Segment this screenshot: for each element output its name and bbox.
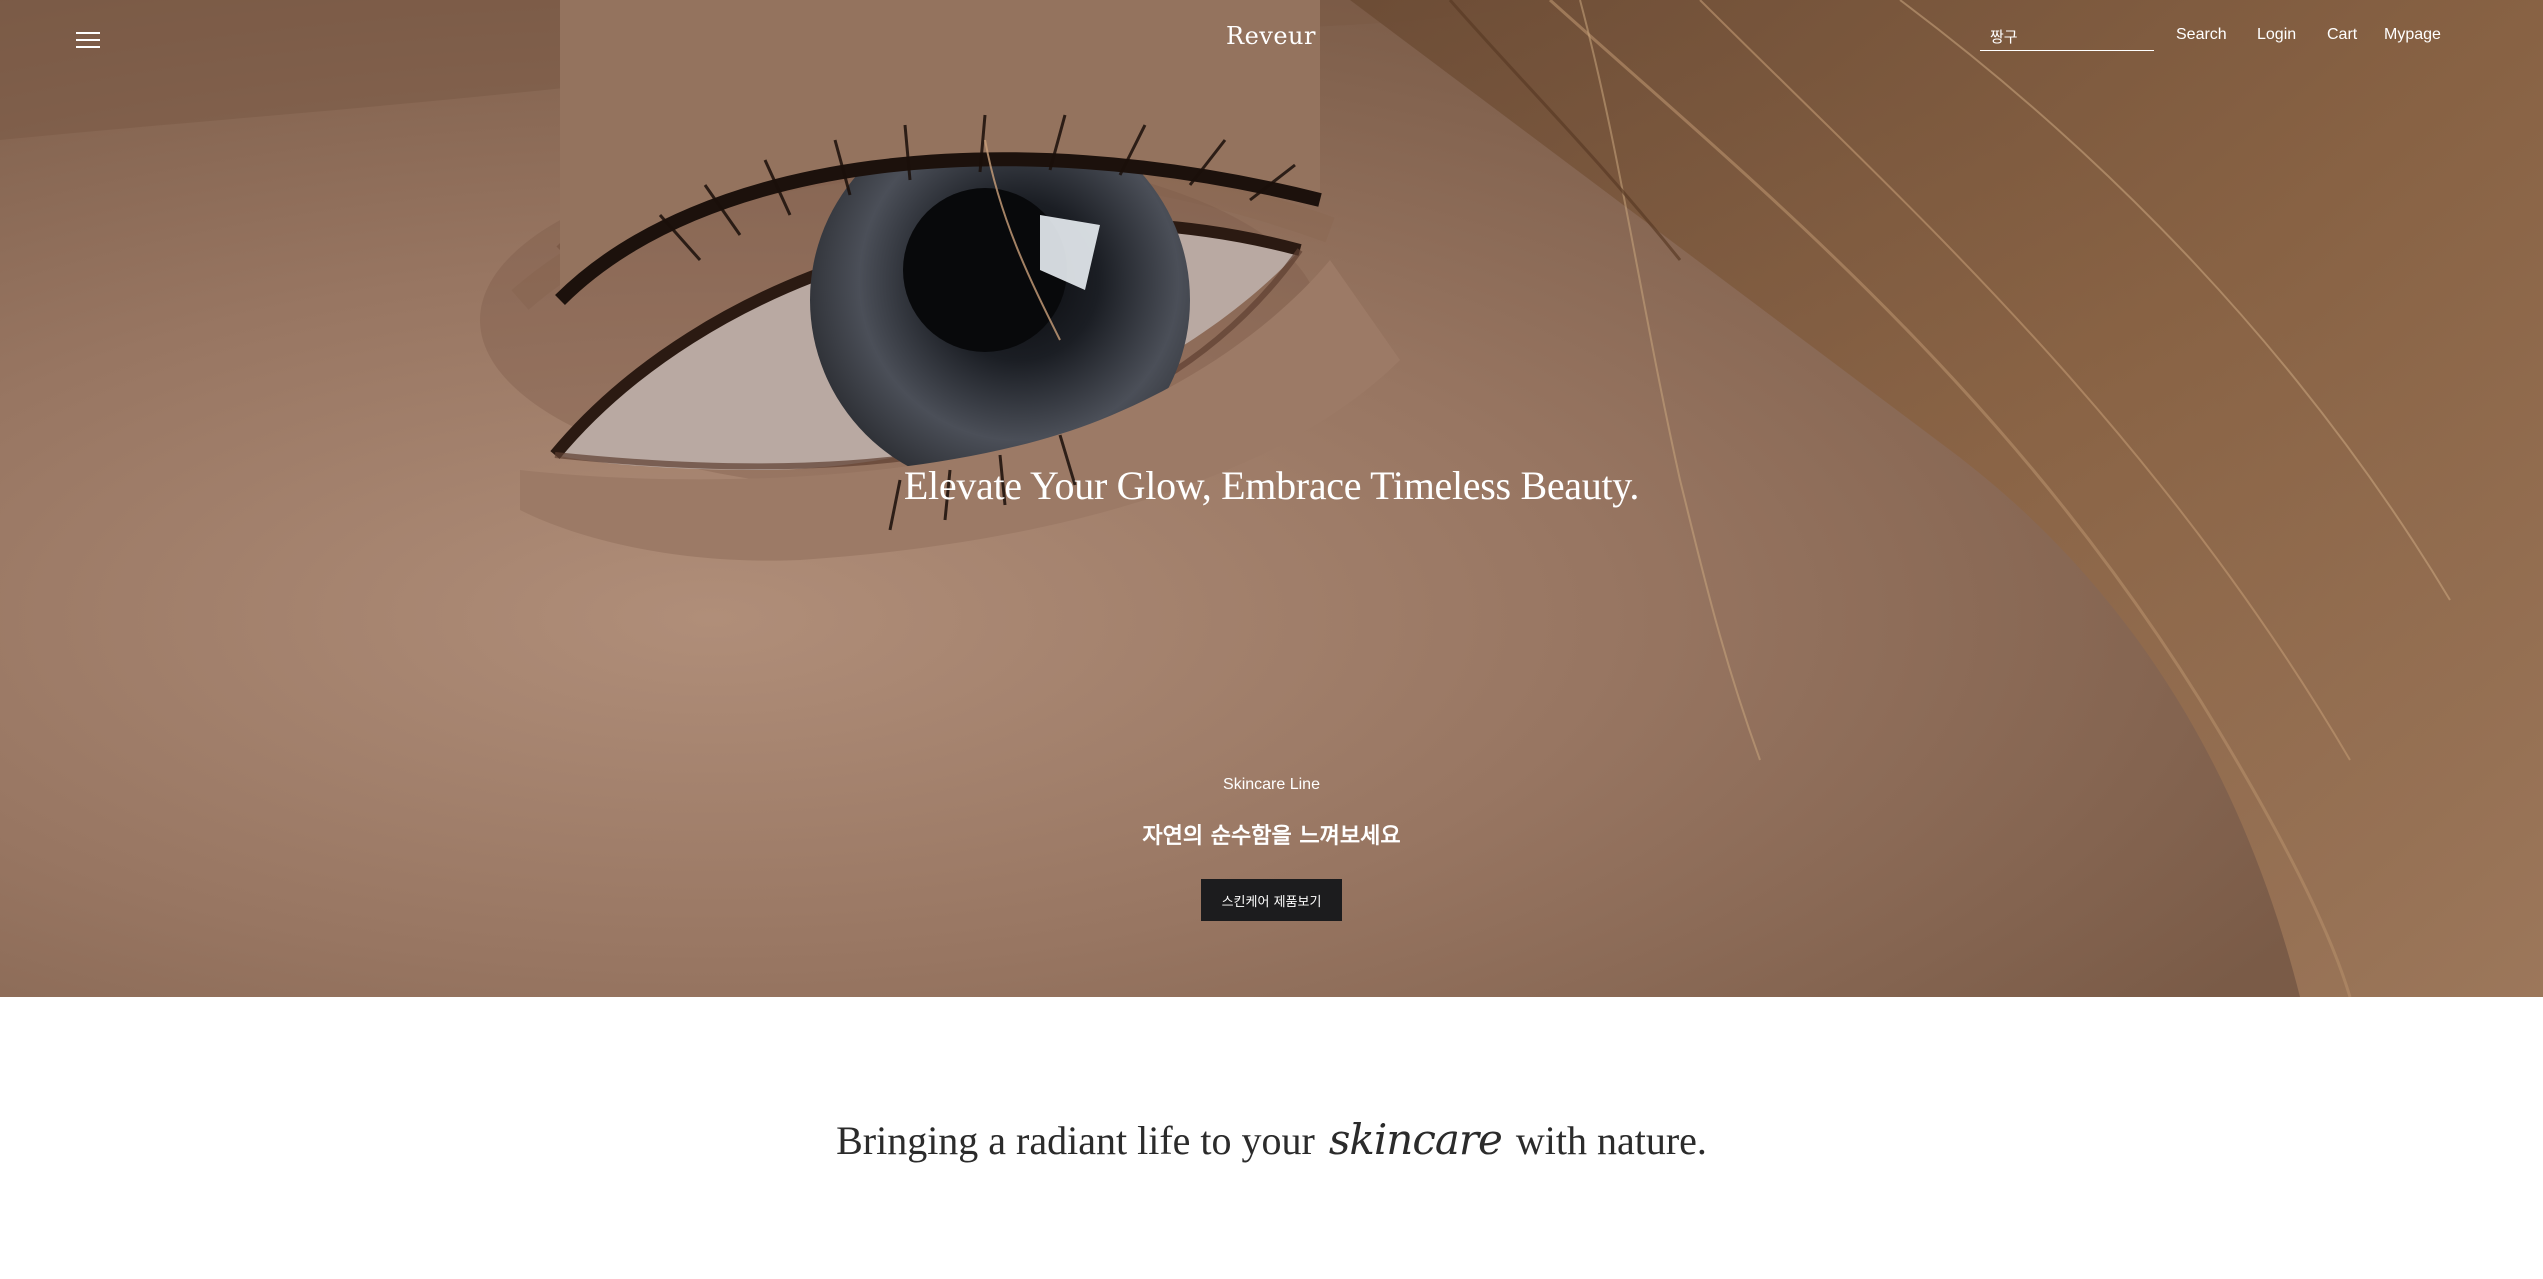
nav-link-cart[interactable]: Cart bbox=[2327, 26, 2357, 44]
search-field bbox=[1980, 24, 2154, 51]
hamburger-menu-icon[interactable] bbox=[74, 28, 104, 54]
tagline-section: Bringing a radiant life to your skincare… bbox=[0, 997, 2543, 1279]
tagline-text-before: Bringing a radiant life to your bbox=[836, 1118, 1315, 1163]
nav-link-mypage[interactable]: Mypage bbox=[2384, 26, 2441, 44]
view-skincare-products-button[interactable]: 스킨케어 제품보기 bbox=[1201, 879, 1342, 921]
brand-logo[interactable]: Reveur bbox=[1171, 22, 1371, 50]
nav-link-login[interactable]: Login bbox=[2257, 26, 2296, 44]
search-input[interactable] bbox=[1980, 24, 2150, 48]
tagline-text-after: with nature. bbox=[1515, 1118, 1707, 1163]
page: Reveur Search Login Cart Mypage Elevate … bbox=[0, 0, 2543, 1279]
tagline-emphasis-word: skincare bbox=[1328, 1115, 1503, 1164]
top-navigation: Reveur Search Login Cart Mypage bbox=[0, 0, 2543, 80]
hero-subtitle: 자연의 순수함을 느껴보세요 bbox=[1142, 824, 1401, 849]
hero-eyebrow-label: Skincare Line bbox=[1223, 776, 1320, 793]
tagline: Bringing a radiant life to your skincare… bbox=[0, 1115, 2543, 1164]
hero-title: Elevate Your Glow, Embrace Timeless Beau… bbox=[903, 463, 1640, 508]
nav-link-search[interactable]: Search bbox=[2176, 26, 2227, 44]
hero-section: Reveur Search Login Cart Mypage Elevate … bbox=[0, 0, 2543, 997]
